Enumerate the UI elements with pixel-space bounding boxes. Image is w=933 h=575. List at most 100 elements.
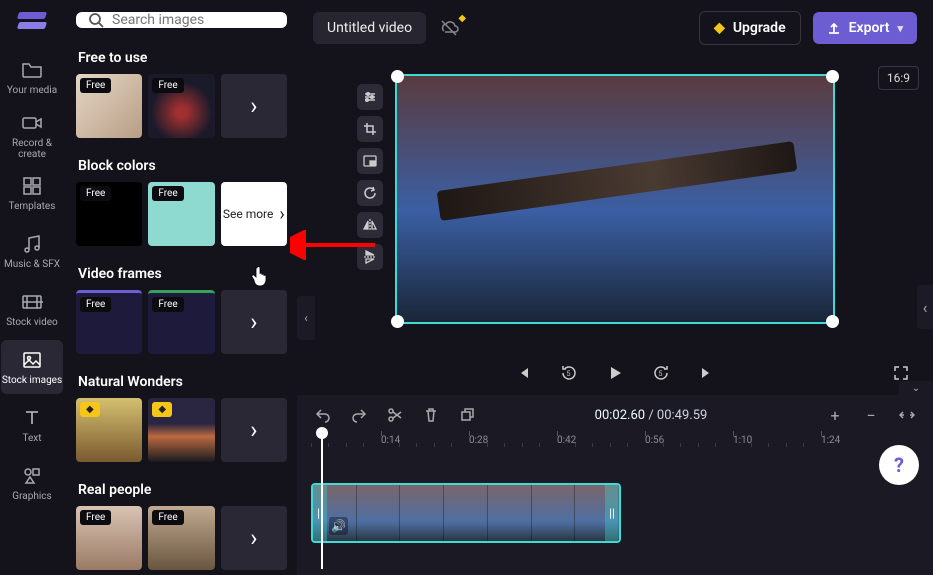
ruler-tick: 0:56 — [645, 435, 664, 446]
split-icon[interactable] — [383, 403, 407, 427]
premium-badge: ◆ — [152, 402, 172, 417]
free-badge: Free — [152, 186, 183, 201]
ruler-tick: 0:14 — [381, 435, 400, 446]
rail-label: Music & SFX — [4, 259, 60, 270]
search-icon — [88, 12, 104, 28]
text-icon — [20, 406, 44, 430]
app-logo — [18, 10, 46, 32]
upgrade-button[interactable]: ◆ Upgrade — [699, 11, 801, 45]
cloud-sync-icon[interactable]: ◆ — [438, 17, 460, 39]
video-frame[interactable] — [395, 74, 835, 324]
free-badge: Free — [80, 510, 111, 525]
export-label: Export — [849, 20, 890, 36]
rail-record-create[interactable]: Record & create — [1, 108, 63, 162]
project-title[interactable]: Untitled video — [313, 12, 426, 44]
svg-text:5: 5 — [659, 370, 663, 378]
aspect-ratio-button[interactable]: 16:9 — [878, 66, 919, 90]
search-input[interactable] — [112, 12, 275, 28]
timeline: ⌄ 00:02.60 / 00:49.59 + − — [297, 395, 933, 575]
topbar: Untitled video ◆ ◆ Upgrade Export ▾ — [297, 0, 933, 56]
resize-handle[interactable] — [391, 315, 404, 328]
section-title: Real people — [78, 482, 287, 498]
asset-tile[interactable]: Free — [148, 74, 214, 138]
clip-volume-icon[interactable]: 🔊 — [329, 517, 348, 535]
export-button[interactable]: Export ▾ — [813, 12, 917, 44]
rail-graphics[interactable]: Graphics — [1, 456, 63, 510]
playhead[interactable] — [321, 433, 323, 569]
asset-tile[interactable]: Free — [76, 506, 142, 570]
search-box[interactable] — [76, 12, 287, 28]
video-clip[interactable]: Saigal blues file 4.mp4 || || 🔊 — [311, 483, 621, 543]
free-badge: Free — [80, 186, 111, 201]
asset-tile[interactable]: Free — [76, 290, 142, 354]
rail-label: Your media — [7, 85, 57, 96]
playback-controls: 5 5 — [297, 359, 933, 387]
ruler-tick: 0:42 — [557, 435, 576, 446]
clip-trim-right[interactable]: || — [605, 485, 619, 541]
skip-start-icon[interactable] — [509, 359, 537, 387]
asset-tile[interactable]: Free — [148, 290, 214, 354]
upload-icon — [827, 21, 841, 35]
adjust-tool-icon[interactable] — [357, 84, 383, 110]
undo-icon[interactable] — [311, 403, 335, 427]
rail-music-sfx[interactable]: Music & SFX — [1, 224, 63, 278]
resize-handle[interactable] — [826, 315, 839, 328]
ruler-tick: 0:28 — [469, 435, 488, 446]
chevron-down-icon: ▾ — [897, 22, 903, 35]
timeline-ruler[interactable]: 0:140:280:420:561:101:24 — [297, 435, 933, 461]
asset-tile[interactable]: Free — [148, 506, 214, 570]
delete-icon[interactable] — [419, 403, 443, 427]
timeline-tracks[interactable]: Saigal blues file 4.mp4 || || 🔊 — [297, 461, 933, 575]
play-icon[interactable] — [601, 359, 629, 387]
zoom-in-icon[interactable]: + — [823, 403, 847, 427]
section-title: Video frames — [78, 266, 287, 282]
right-panel-toggle[interactable]: ‹ — [917, 285, 933, 329]
see-more-arrow[interactable] — [221, 290, 287, 354]
timeline-collapse-toggle[interactable]: ⌄ — [899, 381, 933, 395]
free-badge: Free — [152, 78, 183, 93]
resize-handle[interactable] — [826, 70, 839, 83]
duplicate-icon[interactable] — [455, 403, 479, 427]
rail-stock-video[interactable]: Stock video — [1, 282, 63, 336]
left-nav-rail: Your media Record & create Templates Mus… — [0, 0, 64, 575]
preview-canvas[interactable] — [395, 74, 835, 324]
music-icon — [20, 232, 44, 256]
rail-label: Stock video — [6, 317, 58, 328]
panel-collapse-toggle[interactable]: ‹ — [297, 296, 315, 340]
rail-your-media[interactable]: Your media — [1, 50, 63, 104]
asset-tile[interactable]: Free — [76, 74, 142, 138]
rotate-tool-icon[interactable] — [357, 180, 383, 206]
see-more-arrow[interactable] — [221, 74, 287, 138]
rewind-5-icon[interactable]: 5 — [555, 359, 583, 387]
see-more-arrow[interactable] — [221, 398, 287, 462]
flip-h-tool-icon[interactable] — [357, 212, 383, 238]
flip-v-tool-icon[interactable] — [357, 244, 383, 270]
canvas-side-tools — [357, 84, 383, 270]
help-button[interactable]: ? — [879, 445, 919, 485]
asset-tile[interactable]: ◆ — [76, 398, 142, 462]
premium-badge: ◆ — [80, 402, 100, 417]
preview-stage: 16:9 — [297, 56, 933, 395]
timeline-timecode: 00:02.60 / 00:49.59 — [491, 408, 811, 423]
rail-text[interactable]: Text — [1, 398, 63, 452]
clip-trim-left[interactable]: || — [313, 485, 327, 541]
asset-tile[interactable]: ◆ — [148, 398, 214, 462]
block-colors-see-more[interactable]: See more — [221, 182, 287, 246]
asset-tile[interactable]: Free — [76, 182, 142, 246]
resize-handle[interactable] — [391, 70, 404, 83]
asset-tile[interactable]: Free — [148, 182, 214, 246]
zoom-out-icon[interactable]: − — [859, 403, 883, 427]
pip-tool-icon[interactable] — [357, 148, 383, 174]
see-more-arrow[interactable] — [221, 506, 287, 570]
total-time: 00:49.59 — [657, 408, 707, 423]
forward-5-icon[interactable]: 5 — [647, 359, 675, 387]
zoom-fit-icon[interactable] — [895, 403, 919, 427]
upgrade-label: Upgrade — [733, 20, 786, 36]
crop-tool-icon[interactable] — [357, 116, 383, 142]
rail-templates[interactable]: Templates — [1, 166, 63, 220]
rail-stock-images[interactable]: Stock images — [1, 340, 63, 394]
redo-icon[interactable] — [347, 403, 371, 427]
rail-label: Text — [22, 433, 41, 444]
skip-end-icon[interactable] — [693, 359, 721, 387]
shapes-icon — [20, 464, 44, 488]
